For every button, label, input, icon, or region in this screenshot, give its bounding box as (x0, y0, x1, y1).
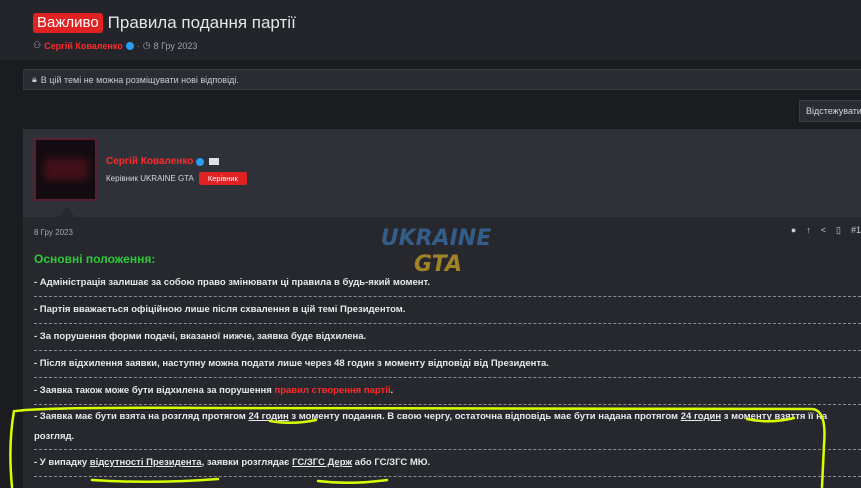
thread-meta: ⚇ Сергій Коваленко · ◷ 8 Гру 2023 (33, 40, 197, 51)
thread-title-row: Важливо Правила подання партії (33, 13, 296, 33)
rule-item: - Після відхилення заявки, наступну можн… (34, 351, 861, 378)
rule-text: або ГС/ЗГС МЮ. (352, 457, 431, 468)
locked-notice-text: В цій темі не можна розміщувати нові від… (40, 74, 239, 85)
avatar[interactable] (34, 138, 97, 201)
share-icon[interactable]: < (821, 225, 826, 236)
rule-underlined: 24 годин (248, 411, 289, 422)
react-icon[interactable]: ● (791, 225, 796, 236)
follow-button[interactable]: Відстежувати (799, 100, 861, 122)
post-author-name[interactable]: Сергій Коваленко (106, 156, 193, 167)
rule-text: - У випадку (34, 457, 90, 468)
post-body: 8 Гру 2023 ● ↑ < ▯ #1 UKRAINE GTA Основн… (23, 217, 861, 488)
watermark-line-1: UKRAINE (381, 226, 492, 251)
rule-text: , заявки розглядає (201, 457, 293, 468)
rule-underlined: 24 годин (680, 411, 722, 422)
rule-item: - За порушення форми подачі, вказаної ни… (34, 324, 861, 351)
user-title: Керівник UKRAINE GTA (106, 174, 194, 183)
rules-list: - Адміністрація залишає за собою право з… (34, 270, 861, 477)
rule-item: - Заявка має бути взята на розгляд протя… (34, 405, 861, 450)
envelope-icon[interactable] (209, 158, 220, 165)
thread-date[interactable]: 8 Гру 2023 (154, 41, 198, 51)
locked-notice: 🔒︎ В цій темі не можна розміщувати нові … (23, 69, 861, 90)
user-name-row: Сергій Коваленко (106, 156, 220, 167)
avatar-caret (59, 207, 75, 217)
rule-text: - Заявка має бути взята на розгляд протя… (34, 411, 249, 422)
user-title-row: Керівник UKRAINE GTA Керівник (106, 172, 247, 185)
user-icon: ⚇ (33, 40, 42, 50)
clock-icon: ◷ (142, 40, 151, 50)
section-title: Основні положення: (34, 252, 156, 266)
rule-underlined: відсутності Президента (89, 457, 202, 468)
post-user-block: Сергій Коваленко Керівник UKRAINE GTA Ке… (23, 129, 861, 217)
thread-header: Важливо Правила подання партії ⚇ Сергій … (0, 0, 861, 60)
post-date[interactable]: 8 Гру 2023 (34, 228, 73, 237)
separator: · (136, 40, 140, 51)
party-rules-link[interactable]: правил створення партії (274, 385, 390, 396)
post-actions: ● ↑ < ▯ #1 (791, 225, 861, 236)
verified-icon (125, 41, 134, 50)
rule-text: - Заявка також може бути відхилена за по… (34, 385, 275, 396)
rule-text: . (390, 385, 394, 396)
bookmark-icon[interactable]: ▯ (836, 225, 841, 236)
rule-item: - Адміністрація залишає за собою право з… (34, 270, 861, 297)
rule-item: - У випадку відсутності Президента, заяв… (34, 450, 861, 477)
verified-icon (196, 157, 205, 166)
post-number[interactable]: #1 (851, 225, 861, 236)
post: Сергій Коваленко Керівник UKRAINE GTA Ке… (23, 129, 861, 488)
rule-item: - Заявка також може бути відхилена за по… (34, 378, 861, 405)
rule-item: - Партія вважається офіційною лише після… (34, 297, 861, 324)
thread-title: Правила подання партії (107, 13, 296, 32)
important-badge: Важливо (33, 13, 103, 33)
ukraine-gta-watermark: UKRAINE GTA (381, 226, 492, 277)
thread-author-link[interactable]: Сергій Коваленко (44, 41, 123, 51)
rule-text: з моменту подання. В свою чергу, остаточ… (288, 411, 681, 422)
rule-underlined: ГС/ЗГС Держ (292, 457, 353, 468)
role-badge: Керівник (198, 172, 247, 185)
lock-icon: 🔒︎ (32, 74, 37, 84)
arrow-up-icon[interactable]: ↑ (806, 225, 811, 236)
